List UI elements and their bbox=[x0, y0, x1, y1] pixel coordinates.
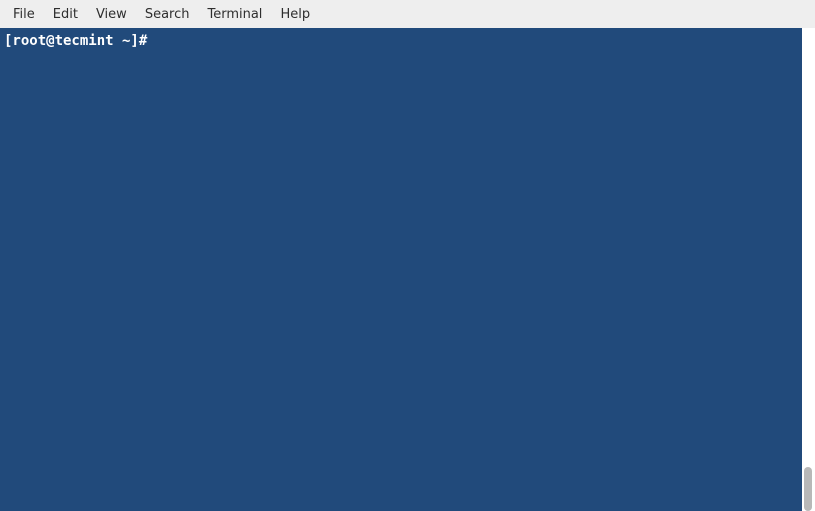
menu-edit[interactable]: Edit bbox=[44, 3, 87, 26]
scrollbar-thumb[interactable] bbox=[804, 467, 812, 511]
terminal-container: [root@tecmint ~]# bbox=[0, 28, 815, 511]
terminal-prompt: [root@tecmint ~]# bbox=[4, 33, 147, 49]
menu-file[interactable]: File bbox=[4, 3, 44, 26]
terminal-cursor bbox=[149, 34, 157, 49]
menu-view[interactable]: View bbox=[87, 3, 136, 26]
menu-help[interactable]: Help bbox=[271, 3, 319, 26]
menubar: File Edit View Search Terminal Help bbox=[0, 0, 815, 28]
menu-terminal[interactable]: Terminal bbox=[198, 3, 271, 26]
scrollbar[interactable] bbox=[802, 28, 815, 511]
terminal-body[interactable]: [root@tecmint ~]# bbox=[0, 28, 802, 511]
menu-search[interactable]: Search bbox=[136, 3, 199, 26]
